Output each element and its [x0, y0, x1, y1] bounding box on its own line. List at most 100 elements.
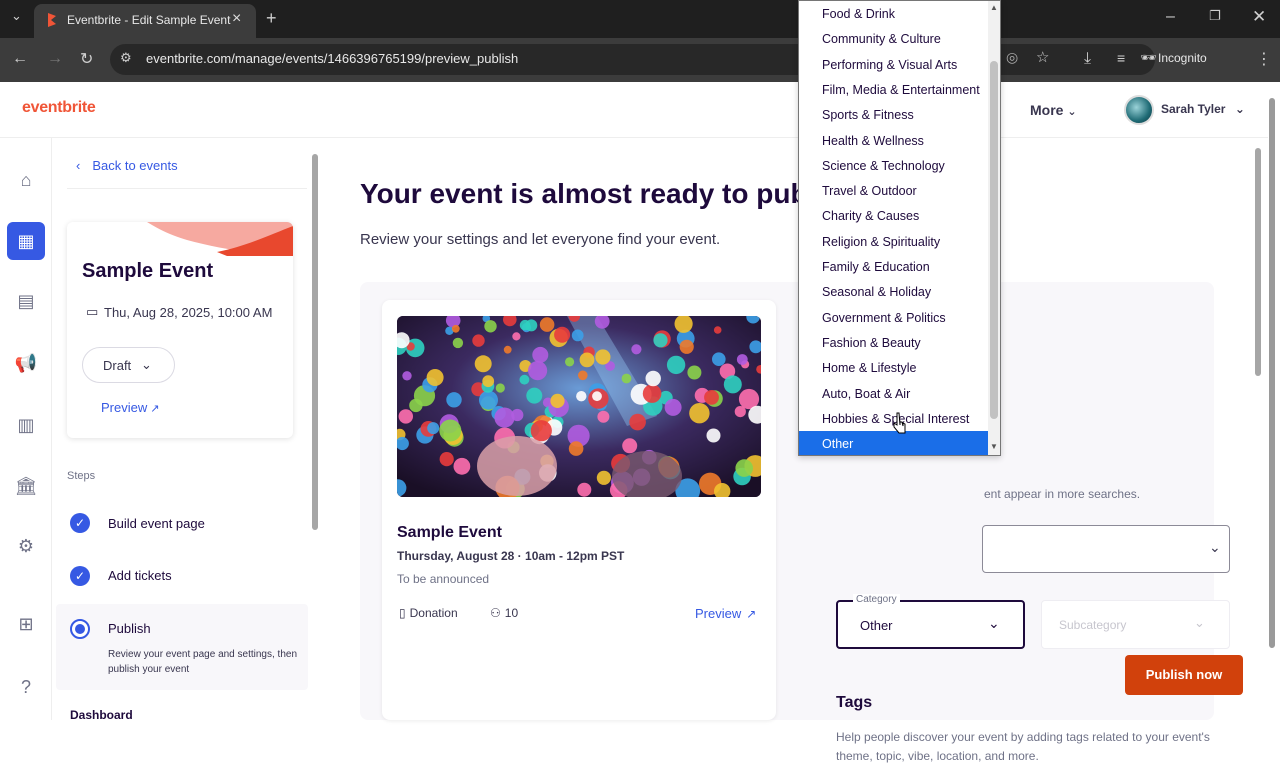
marketing-megaphone-icon[interactable]: 📢	[14, 351, 38, 375]
category-option[interactable]: Other	[799, 431, 988, 455]
category-option[interactable]: Science & Technology	[799, 153, 988, 178]
scroll-down-arrow-icon[interactable]: ▼	[990, 442, 998, 451]
eye-off-icon[interactable]: ◎	[1006, 49, 1018, 66]
page-scrollbar[interactable]	[1269, 98, 1275, 648]
home-icon[interactable]: ⌂	[14, 168, 38, 192]
category-option[interactable]: Film, Media & Entertainment	[799, 77, 988, 102]
minimize-icon[interactable]: –	[1166, 8, 1175, 26]
category-option[interactable]: Seasonal & Holiday	[799, 279, 988, 304]
close-window-icon[interactable]: ✕	[1252, 7, 1266, 27]
person-icon: ⚇	[490, 606, 501, 620]
card-decoration	[147, 222, 293, 256]
category-option-label: Home & Lifestyle	[822, 361, 917, 376]
external-link-icon: ↗	[746, 607, 757, 621]
tags-heading: Tags	[836, 694, 873, 711]
category-option[interactable]: Health & Wellness	[799, 128, 988, 153]
download-icon[interactable]: ⤓	[1084, 50, 1091, 68]
chevron-left-icon: ‹	[76, 158, 81, 173]
browser-menu-icon[interactable]: ⋮	[1256, 49, 1272, 69]
step-build-event-page[interactable]: Build event page	[108, 516, 205, 531]
price-label: Donation	[409, 606, 458, 620]
more-menu-button[interactable]: More ⌄	[1030, 102, 1077, 118]
publish-now-label: Publish now	[1145, 667, 1223, 682]
publish-now-button[interactable]: Publish now	[1125, 655, 1243, 695]
category-label: Category	[853, 594, 900, 605]
back-label: Back to events	[92, 158, 178, 173]
preview-event-datetime: Thursday, August 28 · 10am - 12pm PST	[397, 549, 625, 563]
event-sidebar: ‹ Back to events Sample Event ▭ Thu, Aug …	[52, 138, 322, 722]
preview-panel: Sample Event Thursday, August 28 · 10am …	[360, 282, 1230, 763]
category-option[interactable]: Performing & Visual Arts	[799, 52, 988, 77]
url-text[interactable]: eventbrite.com/manage/events/14663967651…	[146, 51, 518, 66]
browser-tab[interactable]: Eventbrite - Edit Sample Event ×	[34, 4, 256, 38]
page-title: Your event is almost ready to publish	[360, 178, 856, 209]
media-icon[interactable]: ≡	[1117, 50, 1125, 66]
subcategory-select[interactable]: Subcategory ⌄	[1041, 600, 1230, 649]
settings-gear-icon[interactable]: ⚙	[14, 534, 38, 558]
category-option-label: Performing & Visual Arts	[822, 57, 958, 72]
back-to-events-link[interactable]: ‹ Back to events	[76, 158, 178, 173]
close-tab-icon[interactable]: ×	[232, 10, 241, 28]
status-label: Draft	[103, 358, 132, 373]
forward-arrow-icon[interactable]: →	[47, 50, 63, 68]
apps-grid-icon[interactable]: ⊞	[14, 612, 38, 636]
help-text: ent appear in more searches.	[984, 487, 1141, 501]
category-option-label: Travel & Outdoor	[822, 184, 917, 199]
category-option[interactable]: Home & Lifestyle	[799, 355, 988, 380]
category-option[interactable]: Travel & Outdoor	[799, 178, 988, 203]
step-add-tickets[interactable]: Add tickets	[108, 568, 172, 583]
site-info-icon[interactable]: ⚙	[120, 50, 132, 66]
check-icon: ✓	[70, 566, 90, 586]
category-option[interactable]: Food & Drink	[799, 1, 988, 26]
preview-link[interactable]: Preview ↗	[101, 400, 159, 415]
bookmark-star-icon[interactable]: ☆	[1036, 48, 1049, 66]
category-option-label: Fashion & Beauty	[822, 335, 921, 350]
main-content: Your event is almost ready to publish Re…	[322, 88, 1274, 763]
user-menu-button[interactable]: Sarah Tyler ⌄	[1161, 102, 1245, 116]
category-option[interactable]: Community & Culture	[799, 26, 988, 51]
category-option[interactable]: Fashion & Beauty	[799, 330, 988, 355]
category-dropdown-list[interactable]: Food & Drink Community & Culture Performin…	[798, 0, 1001, 456]
preview-label: Preview	[101, 400, 148, 415]
category-option-label: Family & Education	[822, 260, 930, 274]
category-option[interactable]: Family & Education	[799, 254, 988, 279]
capacity-info: ⚇ 10	[490, 606, 518, 620]
back-arrow-icon[interactable]: ←	[12, 50, 28, 68]
browser-tab-bar: ⌄ Eventbrite - Edit Sample Event × + – ❐…	[0, 0, 1280, 38]
finance-bank-icon[interactable]: 🏛	[14, 474, 38, 498]
category-option[interactable]: Charity & Causes	[799, 203, 988, 228]
step-publish-description: Review your event page and settings, the…	[108, 649, 298, 675]
external-link-icon: ↗	[150, 403, 160, 415]
category-option[interactable]: Government & Politics	[799, 305, 988, 330]
event-preview-card: Sample Event Thursday, August 28 · 10am …	[382, 300, 776, 720]
help-icon[interactable]: ?	[14, 675, 38, 699]
event-title: Sample Event	[82, 260, 214, 282]
check-icon: ✓	[70, 513, 90, 533]
restore-icon[interactable]: ❐	[1209, 8, 1221, 24]
incognito-icon: 🕶	[1140, 50, 1157, 65]
mouse-cursor-icon	[893, 412, 906, 434]
preview-event-location: To be announced	[397, 572, 490, 586]
eventbrite-logo[interactable]: eventbrite	[22, 99, 96, 117]
type-select[interactable]: ⌄	[982, 525, 1230, 573]
reports-chart-icon[interactable]: ▥	[14, 413, 38, 437]
category-option-label: Charity & Causes	[822, 209, 920, 224]
app-header: eventbrite More ⌄ Sarah Tyler ⌄	[0, 82, 1268, 138]
left-nav-rail: ⌂ ▦ ▤ 📢 ▥ 🏛 ⚙ ⊞ ?	[0, 138, 52, 720]
sidebar-scrollbar[interactable]	[312, 154, 318, 530]
category-option[interactable]: Sports & Fitness	[799, 102, 988, 127]
tab-search-icon[interactable]: ⌄	[11, 8, 22, 24]
reload-icon[interactable]: ↻	[80, 49, 93, 69]
scroll-up-arrow-icon[interactable]: ▲	[990, 3, 998, 12]
main-scrollbar[interactable]	[1255, 148, 1261, 376]
status-dropdown[interactable]: Draft ⌄	[82, 347, 175, 383]
category-option[interactable]: Religion & Spirituality	[799, 229, 988, 254]
dropdown-scrollbar-thumb[interactable]	[990, 61, 998, 419]
chevron-down-icon: ⌄	[1209, 539, 1221, 555]
avatar[interactable]	[1124, 95, 1154, 125]
new-tab-icon[interactable]: +	[266, 8, 277, 29]
category-select[interactable]: Category Other ⌄	[836, 594, 1025, 649]
category-option[interactable]: Auto, Boat & Air	[799, 381, 988, 406]
orders-icon[interactable]: ▤	[14, 289, 38, 313]
preview-event-link[interactable]: Preview ↗	[695, 606, 756, 621]
